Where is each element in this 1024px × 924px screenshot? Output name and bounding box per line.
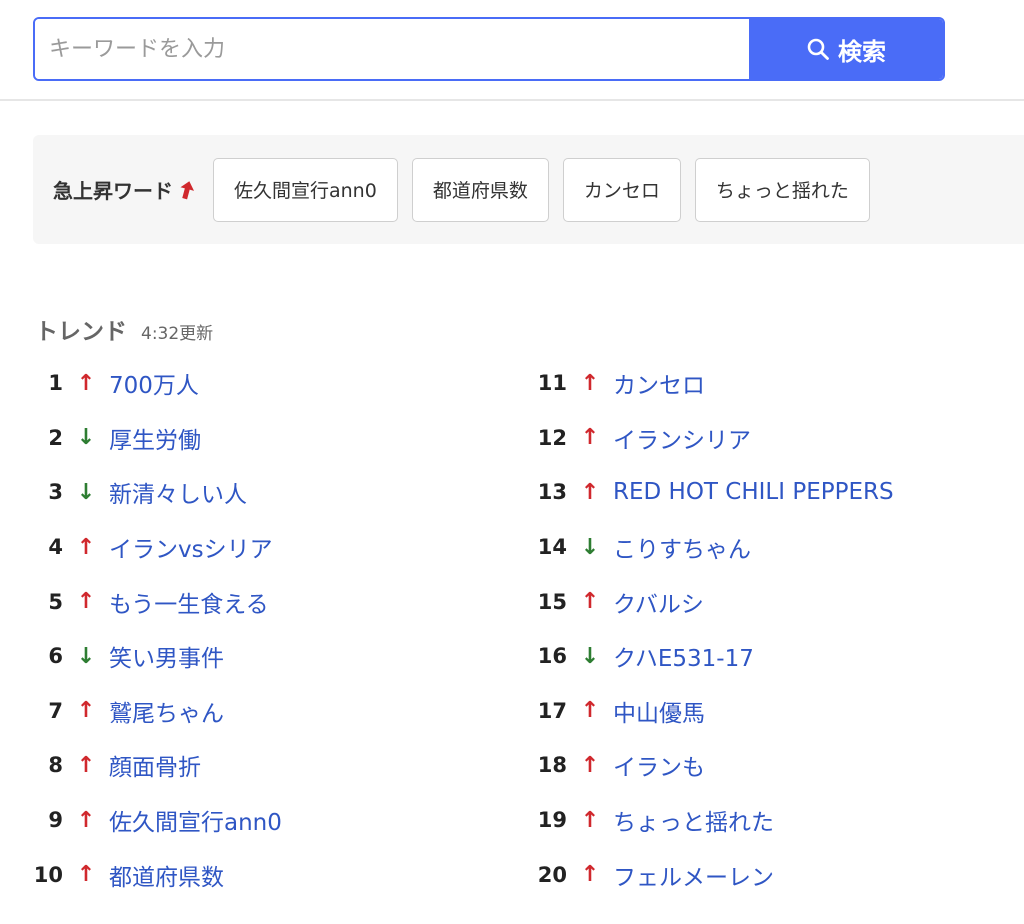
- arrow-down-icon: ↓: [580, 534, 600, 560]
- trend-rank: 3: [48, 480, 63, 505]
- trend-word-link[interactable]: 佐久間宣行ann0: [109, 803, 282, 837]
- trend-word-link[interactable]: 鷲尾ちゃん: [109, 694, 224, 728]
- rising-chip[interactable]: 佐久間宣行ann0: [213, 157, 398, 222]
- rising-words-bar: 急上昇ワード 佐久間宣行ann0 都道府県数 カンセロ ちょっと揺れた: [33, 135, 1024, 244]
- trend-rank: 16: [537, 644, 567, 669]
- rising-words-label-text: 急上昇ワード: [53, 179, 173, 203]
- trend-item: 6 ↓ 笑い男事件: [33, 629, 282, 684]
- arrow-up-icon: ↑: [580, 479, 600, 505]
- trend-list-left: 1 ↑ 700万人 2 ↓ 厚生労働 3 ↓ 新清々しい人 4 ↑ イランvsシリア 5 ↑ もう一生食える…: [33, 356, 282, 902]
- trend-rank: 5: [48, 589, 63, 614]
- trend-rank: 13: [537, 480, 567, 505]
- header-divider: [0, 99, 1024, 101]
- trend-word-link[interactable]: クバルシ: [613, 585, 704, 619]
- trend-item: 11 ↑ カンセロ: [537, 356, 894, 411]
- arrow-up-icon: ↑: [580, 425, 600, 451]
- trend-item: 5 ↑ もう一生食える: [33, 574, 282, 629]
- trend-item: 14 ↓ こりすちゃん: [537, 520, 894, 575]
- arrow-up-icon: ↑: [76, 862, 96, 888]
- trend-item: 20 ↑ フェルメーレン: [537, 847, 894, 902]
- trend-item: 3 ↓ 新清々しい人: [33, 465, 282, 520]
- trend-rank: 14: [537, 535, 567, 560]
- trend-item: 19 ↑ ちょっと揺れた: [537, 793, 894, 848]
- trend-word-link[interactable]: イランシリア: [613, 421, 751, 455]
- search-button-label: 検索: [838, 37, 886, 66]
- trend-word-link[interactable]: もう一生食える: [109, 585, 269, 619]
- trend-header: トレンド 4:32更新: [35, 312, 213, 346]
- trend-word-link[interactable]: 都道府県数: [109, 858, 224, 892]
- arrow-up-icon: ↑: [580, 370, 600, 396]
- trend-updated-time: 4:32更新: [141, 324, 214, 344]
- trend-item: 8 ↑ 顔面骨折: [33, 738, 282, 793]
- trend-item: 16 ↓ クハE531-17: [537, 629, 894, 684]
- trend-rank: 6: [48, 644, 63, 669]
- trend-word-link[interactable]: 笑い男事件: [109, 639, 224, 673]
- trend-word-link[interactable]: ちょっと揺れた: [613, 803, 774, 837]
- trend-item: 10 ↑ 都道府県数: [33, 847, 282, 902]
- trend-list-right: 11 ↑ カンセロ 12 ↑ イランシリア 13 ↑ RED HOT CHILI PEPPERS…: [537, 356, 894, 902]
- search-button[interactable]: 検索: [749, 19, 943, 79]
- arrow-up-icon: ↑: [76, 752, 96, 778]
- arrow-down-icon: ↓: [580, 643, 600, 669]
- trend-item: 17 ↑ 中山優馬: [537, 684, 894, 739]
- trend-rank: 7: [48, 698, 63, 723]
- arrow-up-icon: ↑: [76, 370, 96, 396]
- arrow-up-icon: ↑: [580, 698, 600, 724]
- trend-word-link[interactable]: こりすちゃん: [613, 530, 751, 564]
- arrow-up-icon: ↑: [580, 807, 600, 833]
- search-bar: 検索: [33, 17, 945, 81]
- rising-chip[interactable]: 都道府県数: [411, 157, 549, 222]
- trend-rank: 20: [537, 862, 567, 887]
- trend-word-link[interactable]: 顔面骨折: [109, 748, 201, 782]
- trend-item: 4 ↑ イランvsシリア: [33, 520, 282, 575]
- trend-rank: 12: [537, 425, 567, 450]
- trend-item: 9 ↑ 佐久間宣行ann0: [33, 793, 282, 848]
- trend-word-link[interactable]: イランvsシリア: [109, 530, 273, 564]
- rising-arrow-icon: [177, 179, 197, 201]
- trend-rank: 2: [48, 425, 63, 450]
- trend-item: 15 ↑ クバルシ: [537, 574, 894, 629]
- trend-title: トレンド: [35, 319, 127, 345]
- trend-item: 7 ↑ 鷲尾ちゃん: [33, 684, 282, 739]
- trend-rank: 4: [48, 535, 63, 560]
- arrow-up-icon: ↑: [76, 534, 96, 560]
- trend-rank: 18: [537, 753, 567, 778]
- trend-item: 1 ↑ 700万人: [33, 356, 282, 411]
- rising-words-label: 急上昇ワード: [53, 175, 197, 204]
- trend-word-link[interactable]: 中山優馬: [613, 694, 705, 728]
- trend-word-link[interactable]: 新清々しい人: [109, 475, 247, 509]
- trend-word-link[interactable]: フェルメーレン: [613, 858, 774, 892]
- trend-rank: 10: [33, 862, 63, 887]
- search-icon: [806, 37, 830, 61]
- trend-rank: 9: [48, 808, 63, 833]
- arrow-down-icon: ↓: [76, 425, 96, 451]
- rising-chip[interactable]: カンセロ: [562, 157, 681, 222]
- search-input[interactable]: [35, 19, 749, 79]
- trend-word-link[interactable]: RED HOT CHILI PEPPERS: [613, 479, 894, 505]
- arrow-up-icon: ↑: [76, 807, 96, 833]
- arrow-up-icon: ↑: [580, 862, 600, 888]
- arrow-down-icon: ↓: [76, 479, 96, 505]
- trend-item: 18 ↑ イランも: [537, 738, 894, 793]
- trend-rank: 19: [537, 808, 567, 833]
- trend-rank: 1: [48, 371, 63, 396]
- arrow-up-icon: ↑: [580, 589, 600, 615]
- rising-chip[interactable]: ちょっと揺れた: [694, 157, 870, 222]
- arrow-up-icon: ↑: [76, 589, 96, 615]
- arrow-up-icon: ↑: [580, 752, 600, 778]
- trend-word-link[interactable]: クハE531-17: [613, 639, 754, 673]
- trend-rank: 8: [48, 753, 63, 778]
- trend-word-link[interactable]: 700万人: [109, 366, 199, 400]
- trend-item: 12 ↑ イランシリア: [537, 411, 894, 466]
- trend-rank: 11: [537, 371, 567, 396]
- arrow-up-icon: ↑: [76, 698, 96, 724]
- trend-word-link[interactable]: カンセロ: [613, 366, 705, 400]
- trend-item: 2 ↓ 厚生労働: [33, 411, 282, 466]
- trend-rank: 15: [537, 589, 567, 614]
- arrow-down-icon: ↓: [76, 643, 96, 669]
- trend-rank: 17: [537, 698, 567, 723]
- trend-item: 13 ↑ RED HOT CHILI PEPPERS: [537, 465, 894, 520]
- trend-word-link[interactable]: イランも: [613, 748, 705, 782]
- trend-word-link[interactable]: 厚生労働: [109, 421, 201, 455]
